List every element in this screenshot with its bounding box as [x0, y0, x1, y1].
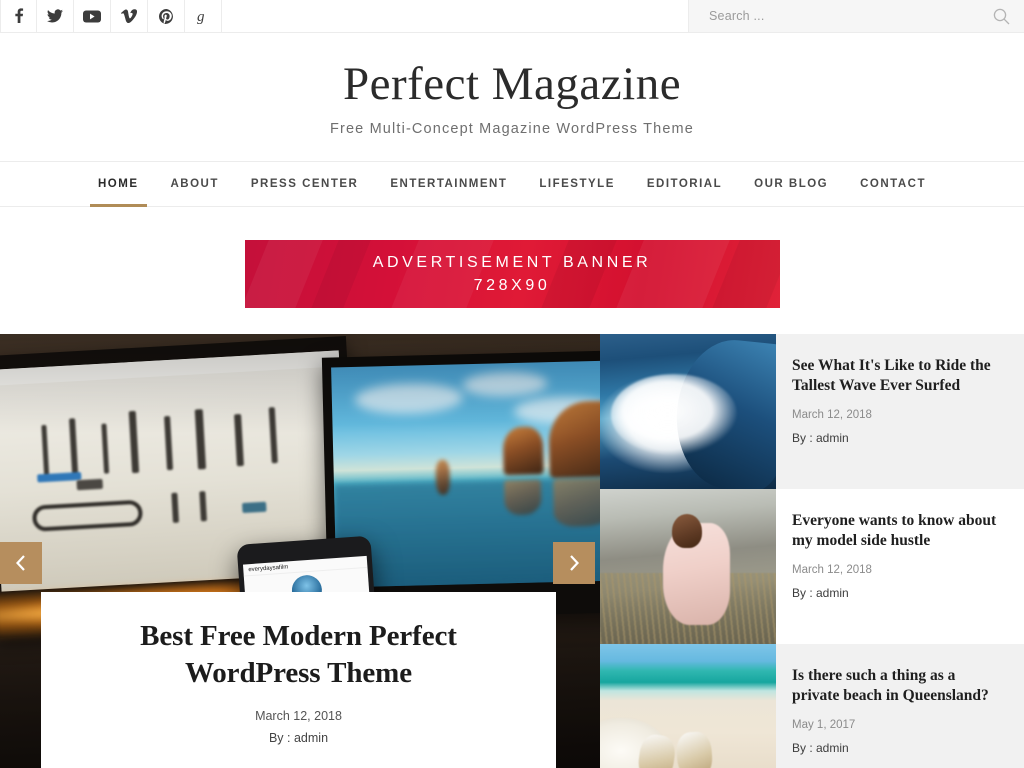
banner-stripe [300, 240, 382, 308]
site-title[interactable]: Perfect Magazine [343, 57, 681, 111]
search-icon[interactable] [993, 8, 1010, 25]
post-author: By : admin [792, 586, 849, 601]
nav-item-editorial[interactable]: EDITORIAL [631, 162, 738, 206]
nav-item-press-center[interactable]: PRESS CENTER [235, 162, 374, 206]
banner-title: ADVERTISEMENT BANNER [372, 253, 652, 271]
search-input[interactable] [709, 9, 993, 23]
post-body: Everyone wants to know about my model si… [776, 489, 1024, 644]
twitter-icon[interactable] [37, 0, 74, 32]
advertisement-banner[interactable]: ADVERTISEMENT BANNER 728X90 [244, 240, 780, 308]
topbar: g [0, 0, 1024, 33]
slide-author: By : admin [268, 731, 329, 746]
post-date: March 12, 2018 [792, 409, 872, 422]
banner-stripe [244, 240, 334, 308]
post-date: March 12, 2018 [792, 564, 872, 577]
featured-post-list: See What It's Like to Ride the Tallest W… [600, 334, 1024, 768]
post-title[interactable]: See What It's Like to Ride the Tallest W… [792, 356, 1006, 395]
chevron-left-icon [15, 555, 25, 571]
post-author: By : admin [792, 741, 849, 756]
post-thumbnail-model[interactable] [600, 489, 776, 644]
post-thumbnail-wave[interactable] [600, 334, 776, 489]
site-branding: Perfect Magazine Free Multi-Concept Maga… [0, 33, 1024, 161]
slider-next-button[interactable] [553, 542, 595, 584]
nav-item-lifestyle[interactable]: LIFESTYLE [523, 162, 630, 206]
vimeo-icon[interactable] [111, 0, 148, 32]
featured-slider: everydaysafilm 39posts 162followers 222f… [0, 334, 600, 768]
post-body: Is there such a thing as a private beach… [776, 644, 1024, 768]
nav-item-contact[interactable]: CONTACT [844, 162, 942, 206]
banner-stripe [701, 240, 780, 308]
post-author: By : admin [792, 431, 849, 446]
svg-text:g: g [197, 9, 205, 24]
banner-stripe [604, 240, 741, 308]
list-item: Everyone wants to know about my model si… [600, 489, 1024, 644]
banner-stripe [380, 240, 505, 308]
post-date: May 1, 2017 [792, 719, 856, 732]
nav-item-entertainment[interactable]: ENTERTAINMENT [374, 162, 523, 206]
post-title[interactable]: Is there such a thing as a private beach… [792, 666, 1006, 705]
youtube-icon[interactable] [74, 0, 111, 32]
google-plus-icon[interactable]: g [185, 0, 222, 32]
nav-item-our-blog[interactable]: OUR BLOG [738, 162, 844, 206]
featured-area: everydaysafilm 39posts 162followers 222f… [0, 334, 1024, 768]
slide-title[interactable]: Best Free Modern Perfect WordPress Theme [71, 618, 526, 692]
advertisement-zone: ADVERTISEMENT BANNER 728X90 [0, 207, 1024, 334]
social-links: g [0, 0, 222, 32]
site-tagline: Free Multi-Concept Magazine WordPress Th… [329, 120, 694, 137]
slide-date: March 12, 2018 [255, 709, 342, 724]
list-item: See What It's Like to Ride the Tallest W… [600, 334, 1024, 489]
slider-prev-button[interactable] [0, 542, 42, 584]
primary-navigation: HOME ABOUT PRESS CENTER ENTERTAINMENT LI… [0, 161, 1024, 207]
post-title[interactable]: Everyone wants to know about my model si… [792, 511, 1006, 550]
pinterest-icon[interactable] [148, 0, 185, 32]
nav-item-about[interactable]: ABOUT [155, 162, 235, 206]
banner-subtitle: 728X90 [473, 276, 551, 294]
chevron-right-icon [570, 555, 580, 571]
nav-item-home[interactable]: HOME [82, 162, 155, 207]
search-bar [688, 0, 1024, 32]
banner-stripe [530, 240, 628, 308]
list-item: Is there such a thing as a private beach… [600, 644, 1024, 768]
post-body: See What It's Like to Ride the Tallest W… [776, 334, 1024, 489]
facebook-icon[interactable] [0, 0, 37, 32]
post-thumbnail-beach[interactable] [600, 644, 776, 768]
slide-caption: Best Free Modern Perfect WordPress Theme… [41, 592, 556, 768]
